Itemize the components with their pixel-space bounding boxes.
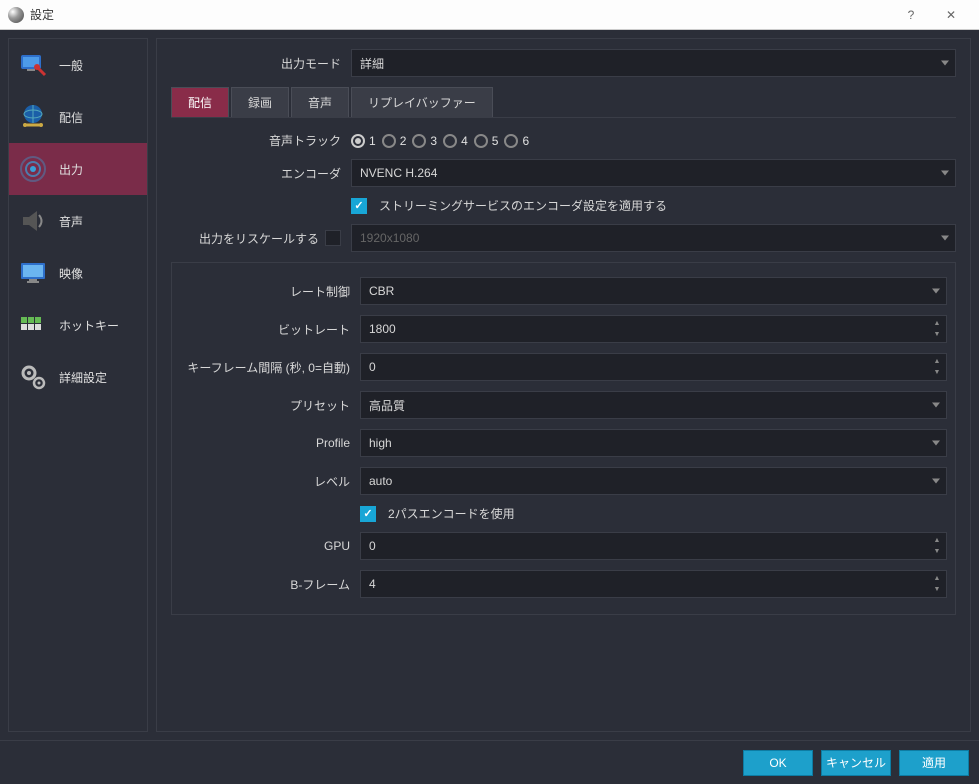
output-mode-value: 詳細 xyxy=(360,55,384,72)
keyframe-label: キーフレーム間隔 (秒, 0=自動) xyxy=(180,359,360,376)
rate-control-value: CBR xyxy=(369,284,394,298)
sidebar-item-advanced[interactable]: 詳細設定 xyxy=(9,351,147,403)
bitrate-value: 1800 xyxy=(369,322,396,336)
audio-track-4[interactable]: 4 xyxy=(443,134,468,148)
level-label: レベル xyxy=(180,473,360,490)
close-icon[interactable]: ✕ xyxy=(931,1,971,29)
apply-service-label: ストリーミングサービスのエンコーダ設定を適用する xyxy=(379,197,667,214)
sidebar-item-label: 配信 xyxy=(59,109,83,126)
sidebar-item-general[interactable]: 一般 xyxy=(9,39,147,91)
chevron-down-icon xyxy=(941,236,949,241)
spin-down-icon[interactable]: ▼ xyxy=(930,584,944,595)
tab-recording[interactable]: 録画 xyxy=(231,87,289,117)
spin-down-icon[interactable]: ▼ xyxy=(930,367,944,378)
rescale-value: 1920x1080 xyxy=(360,231,419,245)
titlebar: 設定 ? ✕ xyxy=(0,0,979,30)
chevron-down-icon xyxy=(932,441,940,446)
audio-track-1[interactable]: 1 xyxy=(351,134,376,148)
chevron-down-icon xyxy=(932,479,940,484)
bframes-input[interactable]: 4 ▲▼ xyxy=(360,570,947,598)
audio-track-3[interactable]: 3 xyxy=(412,134,437,148)
tab-streaming[interactable]: 配信 xyxy=(171,87,229,117)
sidebar-item-label: 音声 xyxy=(59,213,83,230)
output-mode-select[interactable]: 詳細 xyxy=(351,49,956,77)
bitrate-label: ビットレート xyxy=(180,321,360,338)
settings-sidebar: 一般 配信 出力 音声 映像 xyxy=(8,38,148,732)
rate-control-select[interactable]: CBR xyxy=(360,277,947,305)
rescale-select[interactable]: 1920x1080 xyxy=(351,224,956,252)
sidebar-item-video[interactable]: 映像 xyxy=(9,247,147,299)
spin-up-icon[interactable]: ▲ xyxy=(930,535,944,546)
chevron-down-icon xyxy=(941,171,949,176)
gears-icon xyxy=(17,361,49,393)
bframes-value: 4 xyxy=(369,577,376,591)
dialog-footer: OK キャンセル 適用 xyxy=(0,740,979,784)
profile-select[interactable]: high xyxy=(360,429,947,457)
encoder-label: エンコーダ xyxy=(171,165,351,182)
preset-value: 高品質 xyxy=(369,397,405,414)
sidebar-item-label: 一般 xyxy=(59,57,83,74)
tab-replay-buffer[interactable]: リプレイバッファー xyxy=(351,87,493,117)
chevron-down-icon xyxy=(932,403,940,408)
audio-track-group: 1 2 3 4 5 6 xyxy=(351,134,956,148)
sidebar-item-output[interactable]: 出力 xyxy=(9,143,147,195)
help-icon[interactable]: ? xyxy=(891,1,931,29)
keyboard-icon xyxy=(17,309,49,341)
spin-up-icon[interactable]: ▲ xyxy=(930,573,944,584)
gpu-input[interactable]: 0 ▲▼ xyxy=(360,532,947,560)
spin-down-icon[interactable]: ▼ xyxy=(930,546,944,557)
chevron-down-icon xyxy=(932,289,940,294)
audio-track-5[interactable]: 5 xyxy=(474,134,499,148)
rate-control-label: レート制御 xyxy=(180,283,360,300)
tab-audio[interactable]: 音声 xyxy=(291,87,349,117)
monitor-icon xyxy=(17,257,49,289)
window-title: 設定 xyxy=(30,6,891,23)
app-icon xyxy=(8,7,24,23)
bitrate-input[interactable]: 1800 ▲▼ xyxy=(360,315,947,343)
chevron-down-icon xyxy=(941,61,949,66)
keyframe-input[interactable]: 0 ▲▼ xyxy=(360,353,947,381)
settings-content: 出力モード 詳細 配信 録画 音声 リプレイバッファー 音声トラック 1 2 3… xyxy=(156,38,971,732)
gpu-value: 0 xyxy=(369,539,376,553)
sidebar-item-label: ホットキー xyxy=(59,317,119,334)
sidebar-item-hotkeys[interactable]: ホットキー xyxy=(9,299,147,351)
preset-select[interactable]: 高品質 xyxy=(360,391,947,419)
globe-link-icon xyxy=(17,101,49,133)
spin-up-icon[interactable]: ▲ xyxy=(930,356,944,367)
encoder-value: NVENC H.264 xyxy=(360,166,437,180)
profile-label: Profile xyxy=(180,436,360,450)
sidebar-item-audio[interactable]: 音声 xyxy=(9,195,147,247)
preset-label: プリセット xyxy=(180,397,360,414)
profile-value: high xyxy=(369,436,392,450)
level-select[interactable]: auto xyxy=(360,467,947,495)
sidebar-item-label: 映像 xyxy=(59,265,83,282)
sidebar-item-stream[interactable]: 配信 xyxy=(9,91,147,143)
bframes-label: B-フレーム xyxy=(180,576,360,593)
sidebar-item-label: 詳細設定 xyxy=(59,369,107,386)
spin-down-icon[interactable]: ▼ xyxy=(930,329,944,340)
spin-up-icon[interactable]: ▲ xyxy=(930,318,944,329)
ok-button[interactable]: OK xyxy=(743,750,813,776)
sidebar-item-label: 出力 xyxy=(59,161,83,178)
encoder-settings-section: レート制御 CBR ビットレート 1800 ▲▼ xyxy=(171,262,956,615)
output-tabs: 配信 録画 音声 リプレイバッファー xyxy=(171,87,956,118)
rescale-label: 出力をリスケールする xyxy=(199,230,319,247)
two-pass-checkbox[interactable] xyxy=(360,506,376,522)
cancel-button[interactable]: キャンセル xyxy=(821,750,891,776)
audio-track-6[interactable]: 6 xyxy=(504,134,529,148)
rescale-checkbox[interactable] xyxy=(325,230,341,246)
keyframe-value: 0 xyxy=(369,360,376,374)
audio-track-label: 音声トラック xyxy=(171,132,351,149)
apply-service-checkbox[interactable] xyxy=(351,198,367,214)
gpu-label: GPU xyxy=(180,539,360,553)
broadcast-icon xyxy=(17,153,49,185)
two-pass-label: 2パスエンコードを使用 xyxy=(388,505,515,522)
encoder-select[interactable]: NVENC H.264 xyxy=(351,159,956,187)
output-mode-label: 出力モード xyxy=(171,55,351,72)
monitor-wrench-icon xyxy=(17,49,49,81)
apply-button[interactable]: 適用 xyxy=(899,750,969,776)
speaker-icon xyxy=(17,205,49,237)
level-value: auto xyxy=(369,474,392,488)
audio-track-2[interactable]: 2 xyxy=(382,134,407,148)
